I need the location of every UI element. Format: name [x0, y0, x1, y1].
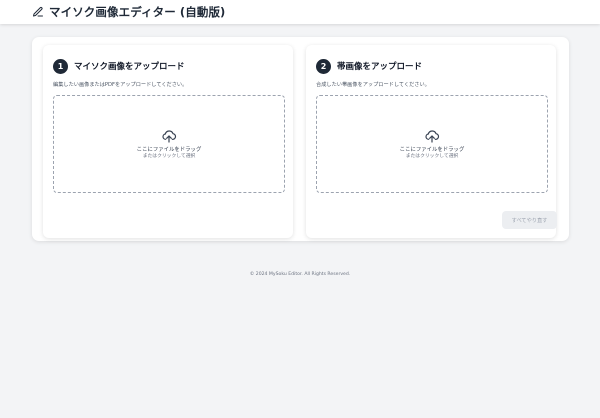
reset-all-button[interactable]: すべてやり直す	[502, 211, 557, 229]
dropzone-main-text: ここにファイルをドラッグ	[136, 146, 202, 153]
panel-title: 帯画像をアップロード	[337, 62, 423, 72]
upload-panel-mysoku: 1 マイソク画像をアップロード 編集したい画像またはPDFをアップロードしてくだ…	[43, 45, 293, 238]
upload-panel-band: 2 帯画像をアップロード 合成したい帯画像をアップロードしてください。 ここにフ…	[306, 45, 556, 238]
panel-header: 2 帯画像をアップロード	[316, 58, 422, 74]
app-header: マイソク画像エディター (自動版)	[0, 0, 600, 24]
dropzone-sub-text: またはクリックして選択	[405, 153, 459, 159]
dropzone-sub-text: またはクリックして選択	[142, 153, 196, 159]
mysoku-dropzone[interactable]: ここにファイルをドラッグ またはクリックして選択	[53, 95, 285, 193]
upload-cloud-icon	[424, 128, 440, 144]
upload-cloud-icon	[161, 128, 177, 144]
panel-title: マイソク画像をアップロード	[74, 62, 185, 72]
app-title: マイソク画像エディター (自動版)	[49, 5, 226, 19]
dropzone-main-text: ここにファイルをドラッグ	[399, 146, 465, 153]
editor-card: 1 マイソク画像をアップロード 編集したい画像またはPDFをアップロードしてくだ…	[32, 37, 569, 241]
panel-description: 編集したい画像またはPDFをアップロードしてください。	[53, 82, 188, 88]
step-badge: 2	[316, 58, 331, 74]
panel-header: 1 マイソク画像をアップロード	[53, 58, 185, 74]
panel-description: 合成したい帯画像をアップロードしてください。	[316, 82, 430, 88]
step-badge: 1	[53, 58, 68, 74]
copyright-footer: © 2024 MySoku Editor. All Rights Reserve…	[249, 272, 351, 277]
pencil-icon	[32, 6, 44, 18]
band-dropzone[interactable]: ここにファイルをドラッグ またはクリックして選択	[316, 95, 548, 193]
